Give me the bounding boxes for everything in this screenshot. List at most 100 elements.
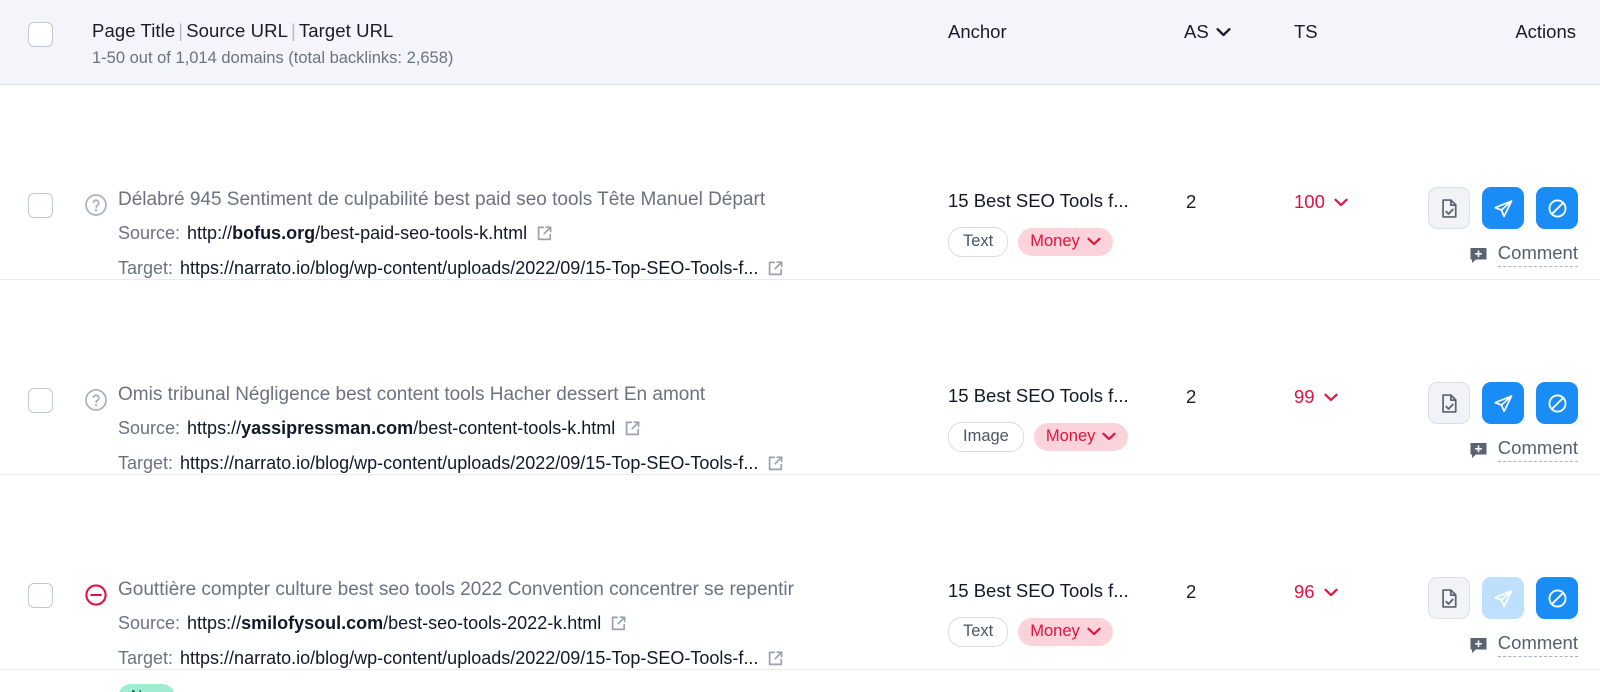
external-link-icon[interactable] — [767, 260, 784, 277]
chevron-down-icon — [1087, 237, 1101, 246]
header-source-url-label: Source URL — [186, 20, 288, 41]
row-select-checkbox[interactable] — [28, 583, 53, 608]
row-status-icon[interactable] — [84, 583, 108, 607]
anchor-money-tag[interactable]: Money — [1033, 423, 1129, 451]
anchor-money-tag[interactable]: Money — [1018, 618, 1113, 646]
comment-add-icon — [1470, 442, 1487, 458]
header-separator-2: | — [290, 20, 296, 41]
table-row: Délabré 945 Sentiment de culpabilité bes… — [0, 85, 1600, 361]
add-comment-button[interactable]: Comment — [1468, 437, 1578, 463]
table-body: Délabré 945 Sentiment de culpabilité bes… — [0, 85, 1600, 692]
source-external-link[interactable] — [610, 615, 627, 632]
target-url: https://narrato.io/blog/wp-content/uploa… — [180, 452, 759, 473]
row-select-checkbox[interactable] — [28, 388, 53, 413]
backlinks-table: Page Title | Source URL | Target URL 1-50 ou… — [0, 0, 1600, 692]
comment-add-icon — [1470, 247, 1487, 263]
send-button[interactable] — [1482, 187, 1524, 229]
external-link-icon[interactable] — [624, 420, 641, 437]
document-check-icon — [1441, 588, 1457, 608]
source-path: /best-paid-seo-tools-k.html — [315, 223, 528, 243]
anchor-money-label: Money — [1030, 622, 1080, 641]
add-comment-button[interactable]: Comment — [1468, 242, 1578, 268]
external-link-icon[interactable] — [767, 455, 784, 472]
header-separator-1: | — [178, 20, 184, 41]
source-scheme: http:// — [187, 223, 233, 243]
as-value: 2 — [1186, 581, 1197, 602]
results-summary: 1-50 out of 1,014 domains (total backlin… — [92, 49, 454, 67]
anchor-text: 15 Best SEO Tools f... — [948, 191, 1129, 211]
checkbox-box — [28, 22, 53, 47]
row-select-checkbox[interactable] — [28, 193, 53, 218]
disavow-button[interactable] — [1536, 577, 1578, 619]
chevron-down-icon — [1102, 432, 1116, 441]
as-value: 2 — [1186, 191, 1197, 212]
anchor-text: 15 Best SEO Tools f... — [948, 581, 1129, 601]
checkbox-box — [28, 193, 53, 218]
header-target-url-label: Target URL — [298, 20, 394, 41]
table-row: Gouttière compter culture best seo tools… — [0, 475, 1600, 692]
add-comment-button[interactable]: Comment — [1468, 632, 1578, 658]
block-icon — [1548, 394, 1566, 412]
source-url-line: Source: http://bofus.org/best-paid-seo-to… — [118, 223, 928, 244]
source-external-link[interactable] — [624, 420, 641, 437]
anchor-type-tag[interactable]: Image — [948, 422, 1024, 452]
ts-value: 100 — [1294, 191, 1325, 212]
block-icon — [1548, 589, 1566, 607]
actions-cell: Comment — [1428, 187, 1578, 268]
target-external-link[interactable] — [767, 650, 784, 667]
view-document-button[interactable] — [1428, 577, 1470, 619]
anchor-money-tag[interactable]: Money — [1018, 228, 1113, 256]
column-header-page-title: Page Title | Source URL | Target URL — [92, 20, 393, 42]
target-external-link[interactable] — [767, 260, 784, 277]
column-header-anchor: Anchor — [948, 21, 1007, 42]
ts-value: 96 — [1294, 581, 1315, 602]
target-external-link[interactable] — [767, 455, 784, 472]
send-button[interactable] — [1482, 382, 1524, 424]
anchor-type-tag[interactable]: Text — [948, 617, 1009, 647]
disavow-button[interactable] — [1536, 382, 1578, 424]
page-title-text[interactable]: Gouttière compter culture best seo tools… — [118, 475, 928, 599]
source-url-line: Source: https://yassipressman.com/best-co… — [118, 418, 928, 439]
view-document-button[interactable] — [1428, 187, 1470, 229]
anchor-money-label: Money — [1030, 232, 1080, 251]
block-icon — [1548, 199, 1566, 217]
external-link-icon[interactable] — [536, 225, 553, 242]
source-url-line: Source: https://smilofysoul.com/best-seo-… — [118, 613, 928, 634]
anchor-tags: Text Money — [948, 227, 1163, 257]
row-status-icon[interactable] — [84, 388, 108, 412]
source-label: Source: — [118, 613, 181, 633]
page-title-text[interactable]: Omis tribunal Négligence best content to… — [118, 280, 928, 404]
comment-add-icon — [1470, 637, 1487, 653]
ts-value-group[interactable]: 96 — [1294, 581, 1338, 603]
actions-cell: Comment — [1428, 382, 1578, 463]
header-page-title-label: Page Title — [92, 20, 176, 41]
page-title-text[interactable]: Délabré 945 Sentiment de culpabilité bes… — [118, 85, 928, 209]
source-external-link[interactable] — [536, 225, 553, 242]
target-url: https://narrato.io/blog/wp-content/uploa… — [180, 257, 759, 278]
anchor-type-tag[interactable]: Text — [948, 227, 1009, 257]
ts-value-group[interactable]: 100 — [1294, 191, 1348, 213]
row-status-icon[interactable] — [84, 193, 108, 217]
document-check-icon — [1441, 393, 1457, 413]
column-header-as-label: AS — [1184, 21, 1209, 42]
external-link-icon[interactable] — [610, 615, 627, 632]
chevron-down-icon — [1216, 28, 1231, 37]
anchor-cell: 15 Best SEO Tools f... Image Money — [948, 386, 1163, 452]
table-row: Omis tribunal Négligence best content to… — [0, 280, 1600, 556]
anchor-tags: Text Money — [948, 617, 1163, 647]
external-link-icon[interactable] — [767, 650, 784, 667]
ts-value-group[interactable]: 99 — [1294, 386, 1338, 408]
question-mark-circle-icon[interactable] — [84, 388, 108, 412]
anchor-money-label: Money — [1045, 427, 1096, 446]
question-mark-circle-icon[interactable] — [84, 193, 108, 217]
anchor-cell: 15 Best SEO Tools f... Text Money — [948, 581, 1163, 647]
column-header-as[interactable]: AS — [1184, 21, 1231, 43]
select-all-checkbox[interactable] — [28, 22, 53, 47]
view-document-button[interactable] — [1428, 382, 1470, 424]
ts-value: 99 — [1294, 386, 1315, 407]
chevron-down-icon — [1323, 588, 1338, 596]
send-button[interactable] — [1482, 577, 1524, 619]
comment-label: Comment — [1497, 242, 1578, 268]
disavow-button[interactable] — [1536, 187, 1578, 229]
minus-circle-icon[interactable] — [84, 583, 108, 607]
